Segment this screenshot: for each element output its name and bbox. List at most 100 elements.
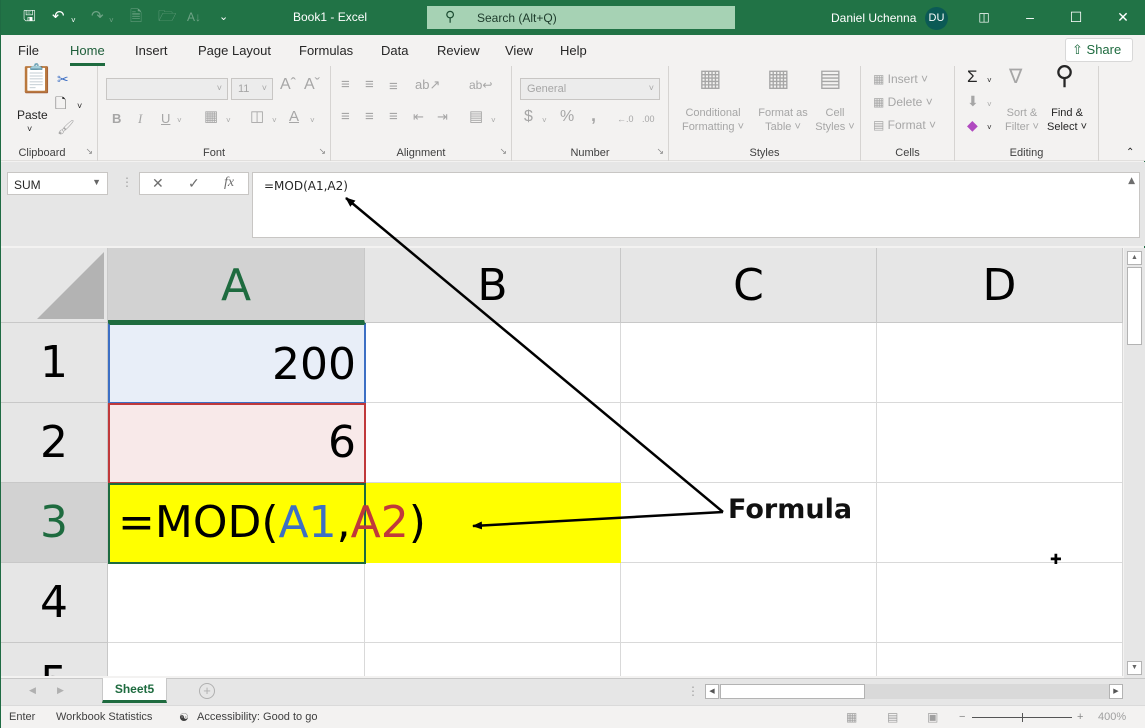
paste-icon[interactable]: 📋 xyxy=(19,65,54,93)
scroll-up-icon[interactable]: ▲ xyxy=(1127,251,1142,265)
borders-dropdown-icon[interactable]: ˅ xyxy=(226,114,231,128)
align-right-icon[interactable]: ≡ xyxy=(389,109,398,124)
cell-a1[interactable]: 200 xyxy=(108,323,366,404)
tab-home[interactable]: Home xyxy=(70,43,105,66)
sheet-tab[interactable]: Sheet5 xyxy=(102,678,167,703)
horizontal-scrollbar[interactable]: ◀ ▶ xyxy=(705,684,1123,699)
horizontal-scroll-thumb[interactable] xyxy=(720,684,865,699)
copy-dropdown-icon[interactable]: ˅ xyxy=(77,99,82,113)
tab-page-layout[interactable]: Page Layout xyxy=(198,43,271,58)
font-color-icon[interactable]: A xyxy=(289,109,299,124)
select-all-button[interactable] xyxy=(1,248,108,323)
cell-d3[interactable] xyxy=(877,483,1123,563)
tab-formulas[interactable]: Formulas xyxy=(299,43,353,58)
row-header-4[interactable]: 4 xyxy=(1,563,108,643)
row-header-2[interactable]: 2 xyxy=(1,403,108,483)
zoom-level[interactable]: 400% xyxy=(1098,711,1126,723)
increase-font-icon[interactable]: Aˆ xyxy=(280,77,296,93)
scroll-right-icon[interactable]: ▶ xyxy=(1109,684,1123,699)
cut-icon[interactable]: ✂ xyxy=(57,72,69,86)
row-header-3[interactable]: 3 xyxy=(1,483,108,563)
close-button[interactable]: ✕ xyxy=(1100,0,1145,35)
vertical-scrollbar[interactable]: ▲ ▼ xyxy=(1124,248,1145,678)
align-center-icon[interactable]: ≡ xyxy=(365,109,374,124)
minimize-button[interactable]: – xyxy=(1007,0,1053,35)
font-size-select[interactable]: 11 ˅ xyxy=(231,78,273,100)
cell-c1[interactable] xyxy=(621,323,877,403)
fill-icon[interactable]: ⬇ xyxy=(967,94,979,108)
align-top-icon[interactable]: ≡ xyxy=(341,77,350,92)
find-select-button[interactable]: Find & Select ˅ xyxy=(1047,106,1087,134)
page-break-view-icon[interactable]: ▣ xyxy=(927,710,938,724)
format-as-table-button[interactable]: Format as Table ˅ xyxy=(755,106,811,134)
merge-dropdown-icon[interactable]: ˅ xyxy=(491,114,496,128)
column-header-d[interactable]: D xyxy=(877,248,1123,323)
font-name-select[interactable]: ˅ xyxy=(106,78,228,100)
autosum-icon[interactable]: Σ xyxy=(967,68,978,85)
decrease-font-icon[interactable]: Aˇ xyxy=(304,77,320,93)
cell-d1[interactable] xyxy=(877,323,1123,403)
user-name[interactable]: Daniel Uchenna xyxy=(831,11,916,25)
prev-sheet-icon[interactable]: ◀ xyxy=(29,685,36,696)
fill-dropdown-icon[interactable]: ˅ xyxy=(987,98,992,112)
column-header-c[interactable]: C xyxy=(621,248,877,323)
align-bottom-icon[interactable]: ≡ xyxy=(389,79,398,94)
tab-data[interactable]: Data xyxy=(381,43,408,58)
number-launcher-icon[interactable]: ↘ xyxy=(656,146,664,157)
align-middle-icon[interactable]: ≡ xyxy=(365,77,374,92)
conditional-formatting-button[interactable]: Conditional Formatting ˅ xyxy=(681,106,745,134)
search-box[interactable]: ⚲ Search (Alt+Q) xyxy=(427,6,735,29)
currency-icon[interactable]: $ xyxy=(524,109,533,125)
row-header-5[interactable]: 5 xyxy=(1,643,108,676)
zoom-slider[interactable] xyxy=(972,713,1072,722)
cancel-icon[interactable]: ✕ xyxy=(152,175,164,192)
cell-d5[interactable] xyxy=(877,643,1123,676)
underline-icon[interactable]: U xyxy=(161,112,170,126)
row-header-1[interactable]: 1 xyxy=(1,323,108,403)
insert-cells-button[interactable]: ▦ Insert ˅ xyxy=(873,72,928,86)
normal-view-icon[interactable]: ▦ xyxy=(846,710,857,724)
font-color-dropdown-icon[interactable]: ˅ xyxy=(310,114,315,128)
cell-a3-editing[interactable]: =MOD(A1,A2) xyxy=(108,483,426,564)
cell-styles-button[interactable]: Cell Styles ˅ xyxy=(813,106,857,134)
zoom-in-button[interactable]: + xyxy=(1077,711,1083,723)
cell-a2[interactable]: 6 xyxy=(108,403,366,484)
undo-icon[interactable]: ↶ xyxy=(52,8,65,26)
cell-b5[interactable] xyxy=(365,643,621,676)
tab-file[interactable]: File xyxy=(18,43,39,58)
customize-toolbar-icon[interactable]: ⌄ xyxy=(219,8,228,26)
fill-color-icon[interactable]: ◫ xyxy=(250,109,264,124)
enter-icon[interactable]: ✓ xyxy=(188,175,200,192)
collapse-ribbon-icon[interactable]: ⌃ xyxy=(1126,146,1134,160)
underline-dropdown-icon[interactable]: ˅ xyxy=(177,114,182,128)
cell-b1[interactable] xyxy=(365,323,621,403)
zoom-slider-knob[interactable] xyxy=(1022,713,1023,722)
paste-button[interactable]: Paste xyxy=(17,108,48,122)
tab-view[interactable]: View xyxy=(505,43,533,58)
undo-dropdown-icon[interactable]: ˅ xyxy=(71,12,76,30)
delete-cells-button[interactable]: ▦ Delete ˅ xyxy=(873,95,933,109)
format-painter-icon[interactable]: 🖌 xyxy=(57,120,75,134)
tab-insert[interactable]: Insert xyxy=(135,43,168,58)
tab-help[interactable]: Help xyxy=(560,43,587,58)
add-sheet-icon[interactable]: + xyxy=(199,683,215,699)
cell-a4[interactable] xyxy=(108,563,365,643)
autosum-dropdown-icon[interactable]: ˅ xyxy=(987,74,992,88)
avatar[interactable]: DU xyxy=(925,7,948,30)
cell-a5[interactable] xyxy=(108,643,365,676)
increase-indent-icon[interactable]: ⇥ xyxy=(437,110,448,124)
orientation-icon[interactable]: ab↗ xyxy=(415,78,440,92)
bold-icon[interactable]: B xyxy=(112,112,121,126)
borders-icon[interactable]: ▦ xyxy=(204,109,218,124)
tab-split-handle[interactable]: ⋮ xyxy=(687,684,699,698)
percent-icon[interactable]: % xyxy=(560,109,574,125)
sort-filter-button[interactable]: Sort & Filter ˅ xyxy=(1005,106,1039,134)
increase-decimal-icon[interactable]: ←.0 xyxy=(617,112,634,126)
collapse-formula-bar-icon[interactable]: ▲ xyxy=(1128,176,1135,186)
italic-icon[interactable]: I xyxy=(138,112,142,126)
accessibility-status[interactable]: Accessibility: Good to go xyxy=(197,711,317,723)
vertical-scroll-thumb[interactable] xyxy=(1127,267,1142,345)
insert-function-icon[interactable]: fx xyxy=(224,175,234,191)
cell-b2[interactable] xyxy=(365,403,621,483)
tab-review[interactable]: Review xyxy=(437,43,480,58)
